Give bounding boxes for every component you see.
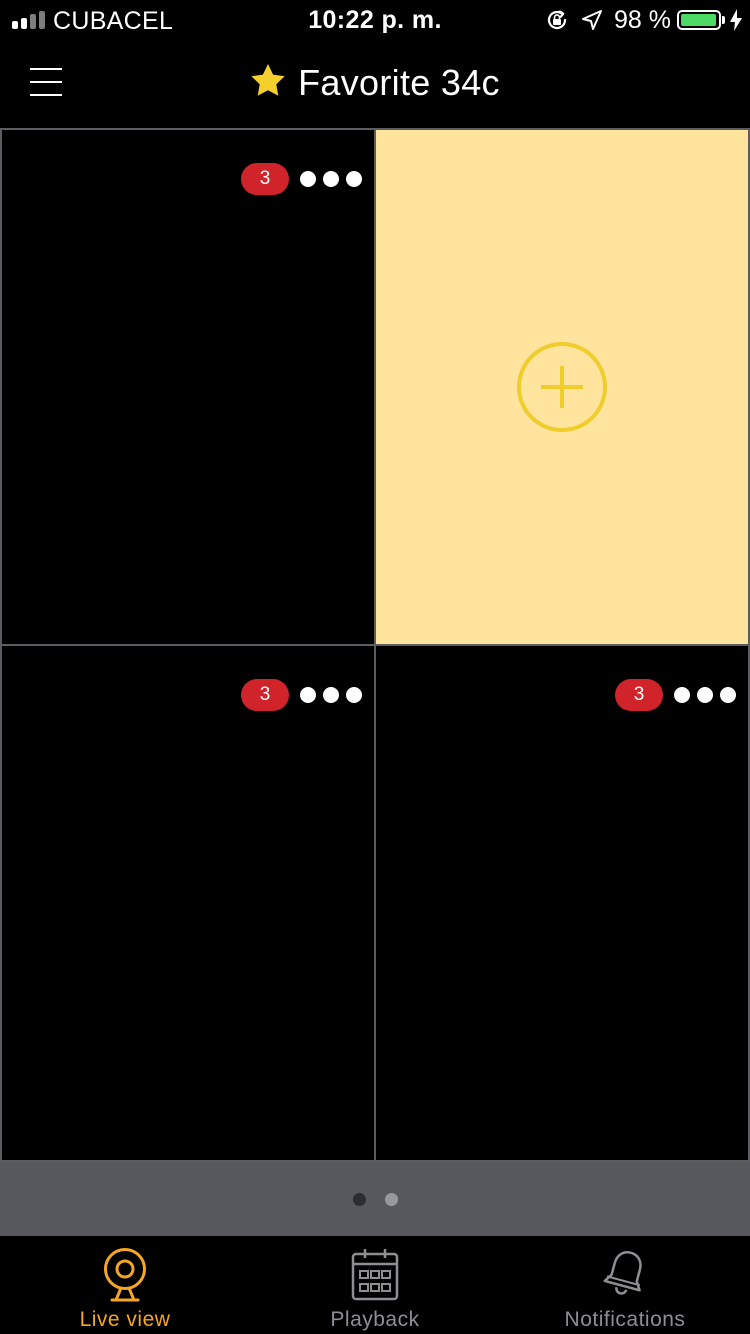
camera-slot-4[interactable]: 3 <box>376 646 748 1160</box>
page-dot-1[interactable] <box>352 1192 366 1206</box>
location-arrow-icon <box>580 8 604 32</box>
favorite-title: Favorite 34c <box>298 62 500 103</box>
camera-slot-controls: 3 <box>615 679 736 711</box>
battery-icon <box>677 10 721 30</box>
camera-slot-1[interactable]: 3 <box>2 130 374 644</box>
event-count-badge: 3 <box>241 679 289 711</box>
camera-slot-3[interactable]: 3 <box>2 646 374 1160</box>
page-title: Favorite 34c <box>0 62 750 104</box>
event-count-badge: 3 <box>615 679 663 711</box>
battery-fill <box>681 14 717 26</box>
battery-tip <box>722 16 725 24</box>
bell-icon <box>500 1248 750 1302</box>
tab-label: Notifications <box>564 1308 686 1331</box>
orientation-lock-icon <box>544 7 570 33</box>
camera-slot-2[interactable] <box>376 130 748 644</box>
camera-slot-controls: 3 <box>241 163 362 195</box>
page-indicator[interactable] <box>0 1162 750 1236</box>
tab-bar: Live view Playback Notifications <box>0 1236 750 1334</box>
navigation-bar: Favorite 34c <box>0 40 750 128</box>
camera-grid: 3 3 3 <box>0 128 750 1162</box>
tab-label: Playback <box>330 1308 420 1331</box>
tab-notifications[interactable]: Notifications <box>500 1236 750 1334</box>
webcam-icon <box>0 1248 250 1302</box>
event-count-badge: 3 <box>241 163 289 195</box>
charging-bolt-icon <box>730 9 742 31</box>
status-bar: CUBACEL 10:22 p. m. 98 % <box>0 0 750 40</box>
more-options-icon[interactable] <box>674 687 736 703</box>
more-options-icon[interactable] <box>300 171 362 187</box>
battery-percent: 98 % <box>614 5 671 34</box>
more-options-icon[interactable] <box>300 687 362 703</box>
star-icon <box>250 63 286 102</box>
tab-live-view[interactable]: Live view <box>0 1236 250 1334</box>
status-indicators: 98 % <box>544 6 742 34</box>
calendar-icon <box>250 1248 500 1302</box>
camera-slot-controls: 3 <box>241 679 362 711</box>
tab-playback[interactable]: Playback <box>250 1236 500 1334</box>
page-dot-2[interactable] <box>384 1192 398 1206</box>
tab-label: Live view <box>79 1308 171 1331</box>
add-circle-icon[interactable] <box>517 342 607 432</box>
